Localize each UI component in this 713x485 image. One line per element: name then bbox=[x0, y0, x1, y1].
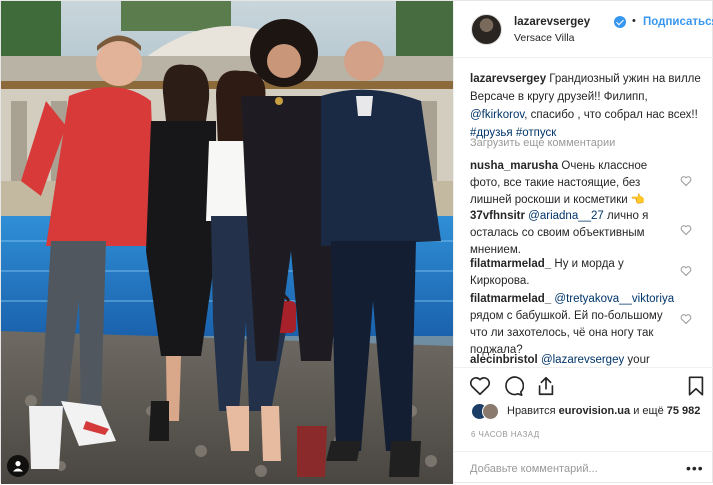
instagram-post: lazarevsergey • Подписаться Versace Vill… bbox=[0, 0, 713, 484]
caption-username[interactable]: lazarevsergey bbox=[470, 73, 546, 85]
heart-icon[interactable] bbox=[469, 375, 491, 397]
post-location[interactable]: Versace Villa bbox=[514, 32, 575, 44]
comment-like-heart-icon[interactable] bbox=[680, 175, 692, 187]
comment-username[interactable]: filatmarmelad_ bbox=[470, 293, 551, 305]
likers-avatars[interactable] bbox=[471, 403, 501, 421]
author-username[interactable]: lazarevsergey bbox=[514, 16, 590, 28]
likes-middle: и ещё bbox=[633, 405, 664, 417]
comment-item: nusha_marusha Очень классное фото, все т… bbox=[470, 158, 678, 209]
author-avatar[interactable] bbox=[471, 14, 502, 45]
add-comment-bar: ••• bbox=[454, 451, 713, 485]
comment-mention[interactable]: @ariadna__27 bbox=[528, 210, 604, 222]
comment-like-heart-icon[interactable] bbox=[680, 313, 692, 325]
comment-mention[interactable]: @lazarevsergey bbox=[541, 354, 624, 366]
likes-prefix: Нравится bbox=[507, 405, 556, 417]
load-more-comments-button[interactable]: Загрузить еще комментарии bbox=[470, 137, 615, 149]
post-actions: Нравится eurovision.ua и ещё 75 982 6 ЧА… bbox=[454, 367, 713, 484]
likes-count[interactable]: 75 982 bbox=[667, 405, 701, 417]
comment-item: filatmarmelad_ @tretyakova__viktoriya ря… bbox=[470, 291, 678, 359]
user-tag-icon[interactable] bbox=[7, 455, 29, 477]
add-comment-input[interactable] bbox=[470, 461, 670, 477]
comment-item: 37vfhnsitr @ariadna__27 лично я осталась… bbox=[470, 208, 678, 259]
comment-username[interactable]: 37vfhnsitr bbox=[470, 210, 525, 222]
likes-user[interactable]: eurovision.ua bbox=[559, 405, 631, 417]
comment-like-heart-icon[interactable] bbox=[680, 265, 692, 277]
share-icon[interactable] bbox=[535, 375, 557, 397]
post-timestamp[interactable]: 6 ЧАСОВ НАЗАД bbox=[471, 430, 540, 439]
likes-summary: Нравится eurovision.ua и ещё 75 982 bbox=[507, 405, 700, 417]
comment-like-heart-icon[interactable] bbox=[680, 224, 692, 236]
caption-text-2: , спасибо , что собрал нас всех!! bbox=[524, 109, 698, 121]
comment-item: filatmarmelad_ Ну и морда у Киркорова. bbox=[470, 256, 678, 290]
follow-button[interactable]: Подписаться bbox=[643, 16, 713, 28]
post-header: lazarevsergey • Подписаться Versace Vill… bbox=[454, 1, 713, 58]
post-side-panel: lazarevsergey • Подписаться Versace Vill… bbox=[453, 1, 713, 484]
liker-avatar bbox=[482, 403, 499, 420]
post-caption: lazarevsergey Грандиозный ужин на вилле … bbox=[470, 70, 702, 142]
header-separator: • bbox=[632, 15, 636, 27]
comment-username[interactable]: alecinbristol bbox=[470, 354, 538, 366]
comment-mention[interactable]: @tretyakova__viktoriya bbox=[554, 293, 674, 305]
comment-item: alecinbristol @lazarevsergey your bbox=[470, 352, 678, 367]
comment-text: your bbox=[627, 354, 650, 366]
comment-username[interactable]: nusha_marusha bbox=[470, 160, 558, 172]
caption-mention[interactable]: @fkirkorov bbox=[470, 109, 524, 121]
group-photo-illustration bbox=[1, 1, 453, 484]
bookmark-icon[interactable] bbox=[685, 375, 707, 397]
comment-icon[interactable] bbox=[502, 375, 524, 397]
more-icon[interactable]: ••• bbox=[686, 461, 704, 475]
comment-text: рядом с бабушкой. Ей по-большому что ли … bbox=[470, 310, 663, 356]
comment-username[interactable]: filatmarmelad_ bbox=[470, 258, 551, 270]
comments-section[interactable]: lazarevsergey Грандиозный ужин на вилле … bbox=[454, 58, 713, 367]
verified-icon bbox=[614, 16, 626, 28]
post-photo[interactable] bbox=[1, 1, 453, 484]
